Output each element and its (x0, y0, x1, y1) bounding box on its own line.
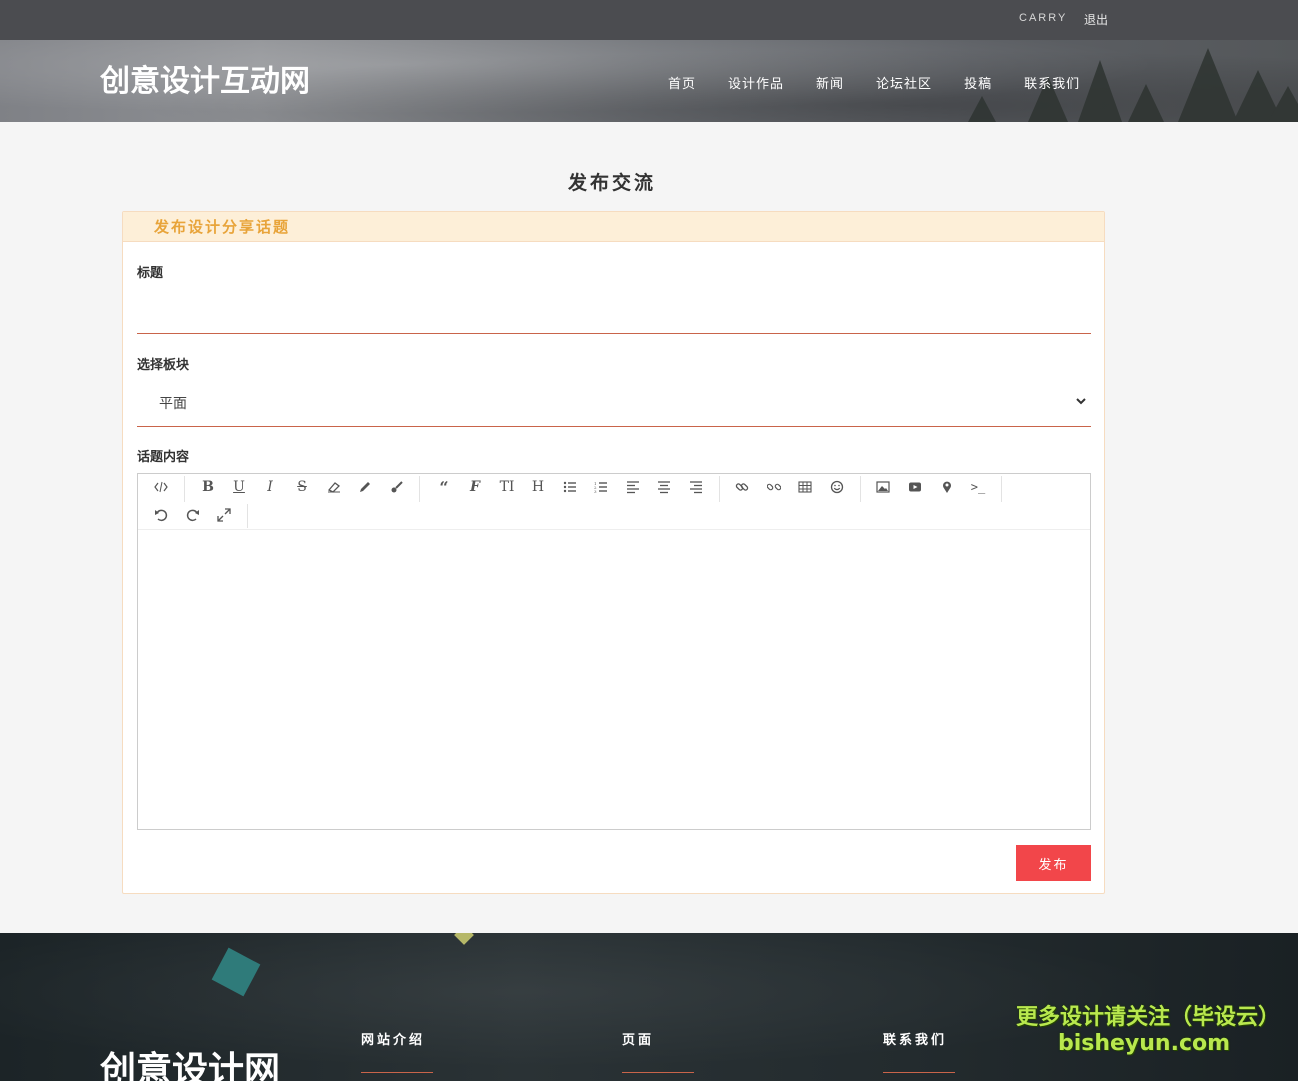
strikethrough-icon[interactable]: S (290, 476, 314, 498)
page-title: 发布交流 (567, 172, 656, 194)
toolbar-divider (860, 476, 861, 502)
align-center-icon[interactable] (652, 476, 676, 498)
site-footer: 创意设计网 网站介绍 页面 联系我们 更多设计请关注（毕设云） bisheyun… (0, 933, 1298, 1081)
title-label: 标题 (137, 266, 164, 281)
nav-item-forum[interactable]: 论坛社区 (876, 73, 932, 92)
watermark-line-1: 更多设计请关注（毕设云） (1016, 1005, 1281, 1030)
footer-logo: 创意设计网 (100, 1050, 281, 1081)
eraser-icon[interactable] (322, 476, 346, 498)
footer-column-pages: 页面 (622, 1029, 694, 1073)
publish-button[interactable]: 发布 (1016, 845, 1091, 881)
footer-divider (883, 1072, 955, 1073)
toolbar-divider (419, 476, 420, 502)
nav-item-contact[interactable]: 联系我们 (1024, 73, 1080, 92)
link-icon[interactable] (730, 476, 754, 498)
editor-toolbar: B U I S “ F TI H 123 >_ (138, 474, 1090, 530)
logout-link[interactable]: 退出 (1084, 11, 1108, 28)
toolbar-divider (184, 476, 185, 502)
footer-column-title: 页面 (622, 1033, 655, 1048)
heading-icon[interactable]: H (526, 476, 550, 498)
board-select[interactable]: 平面 (137, 377, 1091, 427)
top-bar: CARRY 退出 (0, 0, 1298, 40)
font-size-icon[interactable]: TI (495, 476, 519, 498)
code-block-icon[interactable]: >_ (966, 476, 990, 498)
title-input[interactable] (137, 284, 1091, 334)
undo-icon[interactable] (149, 504, 173, 526)
content-label: 话题内容 (137, 450, 190, 465)
underline-icon[interactable]: U (227, 476, 251, 498)
username-label[interactable]: CARRY (1019, 12, 1067, 24)
align-left-icon[interactable] (621, 476, 645, 498)
footer-column-title: 网站介绍 (361, 1033, 426, 1048)
bold-icon[interactable]: B (196, 476, 220, 498)
main-nav: 首页 设计作品 新闻 论坛社区 投稿 联系我们 (668, 73, 1112, 92)
site-logo[interactable]: 创意设计互动网 (100, 56, 310, 100)
paintbrush-icon[interactable] (385, 476, 409, 498)
nav-item-home[interactable]: 首页 (668, 73, 696, 92)
site-header: 创意设计互动网 首页 设计作品 新闻 论坛社区 投稿 联系我们 (0, 40, 1298, 122)
nav-item-submit[interactable]: 投稿 (964, 73, 992, 92)
footer-column-about: 网站介绍 (361, 1029, 433, 1073)
board-label: 选择板块 (137, 358, 190, 373)
table-icon[interactable] (793, 476, 817, 498)
fullscreen-icon[interactable] (212, 504, 236, 526)
redo-icon[interactable] (181, 504, 205, 526)
image-icon[interactable] (871, 476, 895, 498)
italic-icon[interactable]: I (258, 476, 282, 498)
numbered-list-icon[interactable]: 123 (589, 476, 613, 498)
watermark-text: 更多设计请关注（毕设云） bisheyun.com (1016, 1005, 1281, 1057)
panel-title: 发布设计分享话题 (123, 212, 1104, 242)
svg-text:3: 3 (594, 489, 597, 494)
quote-icon[interactable]: “ (432, 476, 456, 498)
toolbar-divider (719, 476, 720, 502)
rich-text-editor: B U I S “ F TI H 123 >_ (137, 473, 1091, 830)
footer-column-title: 联系我们 (883, 1033, 948, 1048)
video-icon[interactable] (903, 476, 927, 498)
map-pin-icon[interactable] (935, 476, 959, 498)
font-icon[interactable]: F (463, 476, 487, 498)
watermark-line-2: bisheyun.com (1057, 1031, 1231, 1056)
footer-column-contact: 联系我们 (883, 1029, 955, 1073)
unlink-icon[interactable] (762, 476, 786, 498)
nav-item-works[interactable]: 设计作品 (728, 73, 784, 92)
board-selected-value: 平面 (159, 396, 187, 412)
pencil-icon[interactable] (353, 476, 377, 498)
chevron-down-icon (1076, 398, 1086, 405)
editor-content-area[interactable] (138, 530, 1090, 829)
footer-divider (361, 1072, 433, 1073)
bullet-list-icon[interactable] (558, 476, 582, 498)
post-topic-panel: 发布设计分享话题 标题 选择板块 平面 话题内容 B U I S “ F TI … (122, 211, 1105, 894)
align-right-icon[interactable] (684, 476, 708, 498)
source-code-icon[interactable] (149, 476, 173, 498)
nav-item-news[interactable]: 新闻 (816, 73, 844, 92)
toolbar-divider (247, 504, 248, 528)
toolbar-divider (1001, 476, 1002, 502)
emoji-icon[interactable] (825, 476, 849, 498)
footer-divider (622, 1072, 694, 1073)
